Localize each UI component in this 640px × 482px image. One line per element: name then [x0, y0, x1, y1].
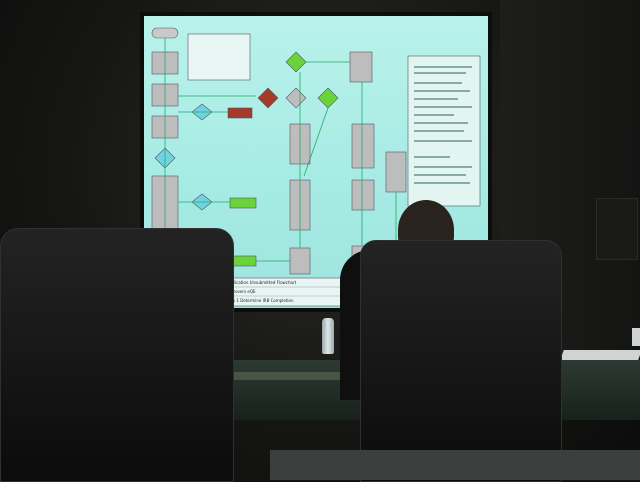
slide-caption-line: Step 1 Determine IRB Completion	[226, 298, 294, 303]
flow-diamond-red	[257, 87, 279, 109]
wall-picture-frame	[596, 198, 638, 260]
table-highlight	[225, 372, 345, 380]
flow-box	[349, 51, 373, 83]
flow-box-green	[229, 197, 257, 209]
flow-start-oval	[151, 27, 179, 39]
cup	[632, 328, 640, 346]
papers-on-table	[560, 350, 640, 360]
office-chair-right	[360, 240, 562, 482]
flow-diamond-green	[285, 51, 307, 73]
foreground-desk-edge	[270, 450, 640, 480]
water-bottle	[322, 318, 334, 354]
flow-box-red	[227, 107, 253, 119]
flow-diamond-green	[317, 87, 339, 109]
flow-note-box	[187, 33, 251, 81]
flow-box	[351, 123, 375, 169]
flow-diamond	[285, 87, 307, 109]
flow-box	[289, 247, 311, 275]
slide-caption-line: Application Unsubmitted Flowchart	[226, 280, 297, 285]
office-chair-left	[0, 228, 234, 482]
flow-box	[385, 151, 407, 193]
flow-box	[351, 179, 375, 211]
